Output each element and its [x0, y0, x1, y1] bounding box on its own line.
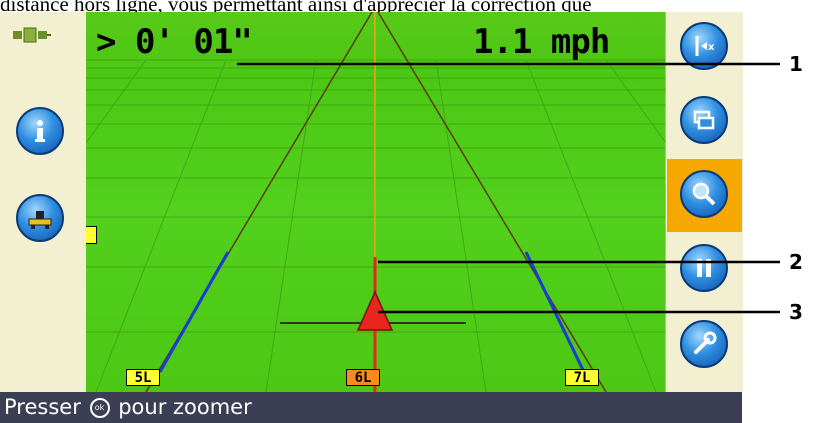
swath-label-current: 6L	[346, 369, 380, 386]
view-toggle-button[interactable]	[680, 96, 728, 144]
swath-line-left	[158, 251, 230, 373]
status-message: Presser ok pour zoomer	[4, 395, 252, 419]
ok-button-icon: ok	[89, 398, 110, 418]
swath-line-right-far	[377, 12, 607, 392]
field-marker-flag	[86, 226, 97, 244]
swath-label-right: 7L	[565, 369, 599, 386]
implement-icon	[28, 211, 52, 229]
zoom-icon	[692, 182, 716, 206]
view-toggle-icon	[693, 110, 715, 130]
nudge-icon: x	[695, 36, 715, 56]
settings-button[interactable]	[680, 320, 728, 368]
guidance-field-view[interactable]	[86, 12, 665, 392]
callout-2: 2	[789, 250, 803, 274]
swath-label-left: 5L	[126, 369, 160, 386]
info-button[interactable]	[16, 107, 64, 155]
callout-1: 1	[789, 52, 803, 76]
status-message-before: Presser	[4, 395, 81, 419]
status-bar: Presser ok pour zoomer	[0, 392, 742, 423]
field-perspective	[86, 12, 665, 392]
guidance-screen: > 0' 01" 1.1 mph 5L 6L 7L x Presser ok p…	[0, 12, 743, 423]
zoom-button[interactable]	[680, 170, 728, 218]
offline-distance-readout: > 0' 01"	[96, 22, 253, 62]
svg-text:x: x	[708, 42, 715, 53]
pause-icon	[697, 259, 711, 277]
status-message-after: pour zoomer	[118, 395, 252, 419]
pause-button[interactable]	[680, 244, 728, 292]
swath-line-right	[524, 251, 586, 373]
left-panel	[0, 12, 87, 392]
gps-status-icon[interactable]	[12, 22, 52, 48]
info-icon	[35, 120, 45, 142]
speed-readout: 1.1 mph	[473, 22, 610, 62]
implement-button[interactable]	[16, 194, 64, 242]
callout-3: 3	[789, 300, 803, 324]
nudge-button[interactable]: x	[680, 22, 728, 70]
vehicle-marker	[356, 290, 394, 331]
settings-wrench-icon	[694, 331, 717, 354]
